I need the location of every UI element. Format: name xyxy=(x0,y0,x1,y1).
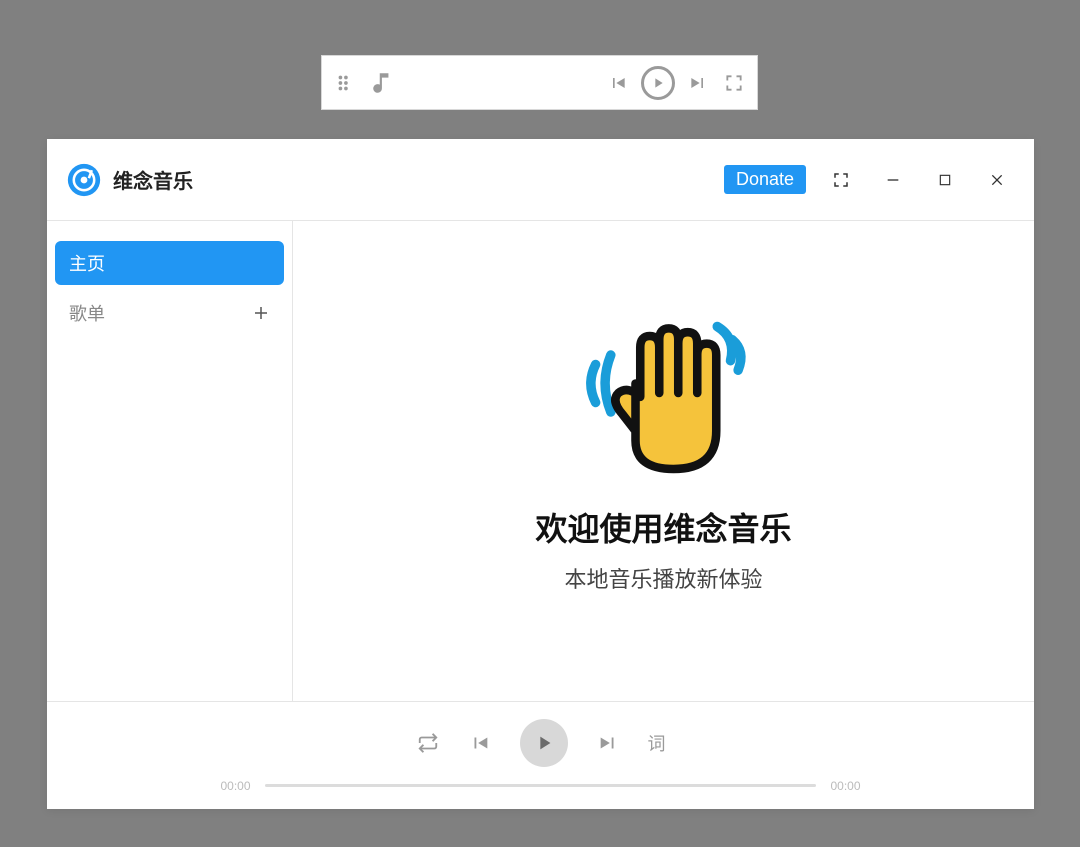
sidebar-item-label: 主页 xyxy=(69,250,105,276)
body-area: 主页 歌单 xyxy=(47,221,1034,701)
lyrics-button[interactable]: 词 xyxy=(648,730,666,756)
sidebar-item-playlist[interactable]: 歌单 xyxy=(55,291,284,335)
main-window: 维念音乐 Donate 主页 歌单 xyxy=(47,139,1034,809)
play-button[interactable] xyxy=(520,719,568,767)
previous-track-icon[interactable] xyxy=(605,70,631,96)
progress-slider[interactable] xyxy=(265,784,817,787)
app-title: 维念音乐 xyxy=(113,165,193,194)
mini-player-left xyxy=(332,70,396,96)
titlebar-right: Donate xyxy=(724,163,1014,197)
player-controls: 词 xyxy=(416,719,666,767)
waving-hand-icon xyxy=(569,298,759,488)
grip-icon[interactable] xyxy=(332,70,358,96)
sidebar: 主页 歌单 xyxy=(47,221,293,701)
mini-player-controls xyxy=(605,66,747,100)
close-button[interactable] xyxy=(980,163,1014,197)
add-playlist-icon[interactable] xyxy=(252,304,270,322)
music-note-icon xyxy=(370,70,396,96)
previous-track-icon[interactable] xyxy=(468,731,492,755)
maximize-button[interactable] xyxy=(928,163,962,197)
progress-row: 00:00 00:00 xyxy=(221,779,861,793)
time-current: 00:00 xyxy=(221,779,251,793)
sidebar-item-label: 歌单 xyxy=(69,300,105,326)
next-track-icon[interactable] xyxy=(685,70,711,96)
sidebar-item-home[interactable]: 主页 xyxy=(55,241,284,285)
minimize-button[interactable] xyxy=(876,163,910,197)
time-total: 00:00 xyxy=(830,779,860,793)
welcome-subtitle: 本地音乐播放新体验 xyxy=(564,562,762,594)
mini-player xyxy=(321,55,758,110)
welcome-title: 欢迎使用维念音乐 xyxy=(535,504,791,550)
titlebar-left: 维念音乐 xyxy=(67,163,193,197)
play-button[interactable] xyxy=(641,66,675,100)
app-logo-icon xyxy=(67,163,101,197)
player-bar: 词 00:00 00:00 xyxy=(47,701,1034,809)
titlebar: 维念音乐 Donate xyxy=(47,139,1034,221)
main-content: 欢迎使用维念音乐 本地音乐播放新体验 xyxy=(293,221,1034,701)
compact-mode-icon[interactable] xyxy=(824,163,858,197)
repeat-icon[interactable] xyxy=(416,731,440,755)
expand-icon[interactable] xyxy=(721,70,747,96)
next-track-icon[interactable] xyxy=(596,731,620,755)
donate-button[interactable]: Donate xyxy=(724,165,806,194)
